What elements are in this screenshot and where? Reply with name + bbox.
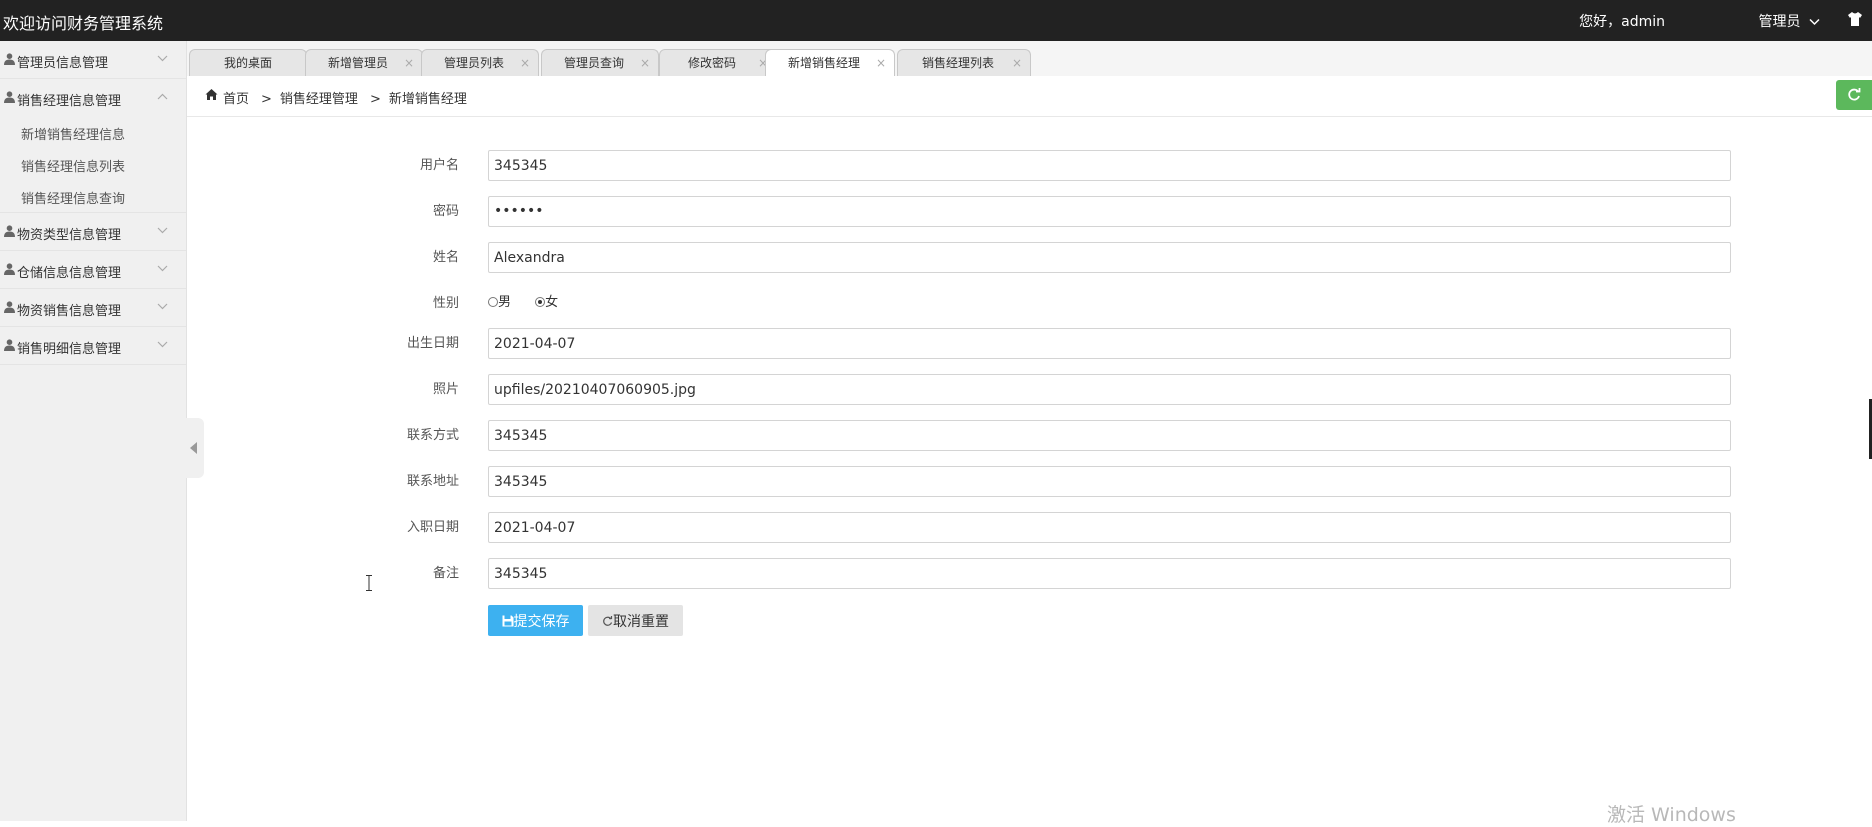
username-label: 用户名 — [419, 158, 459, 173]
birth-date-input[interactable] — [488, 328, 1731, 359]
form-row-username: 用户名 — [0, 150, 1872, 182]
tab-change-password[interactable]: 修改密码 × — [659, 49, 777, 76]
address-input[interactable] — [488, 466, 1731, 497]
gender-option-female[interactable]: 女 — [535, 295, 558, 310]
form-row-photo: 照片 — [0, 374, 1872, 406]
username-input[interactable] — [488, 150, 1731, 181]
name-input[interactable] — [488, 242, 1731, 273]
hire-date-input[interactable] — [488, 512, 1731, 543]
form-row-gender: 性别 男 女 — [0, 288, 1872, 320]
tab-admin-query[interactable]: 管理员查询 × — [541, 49, 659, 76]
chevron-down-icon — [157, 52, 168, 65]
photo-label: 照片 — [432, 382, 459, 397]
home-icon — [205, 88, 218, 101]
remark-input[interactable] — [488, 558, 1731, 589]
top-bar: 欢迎访问财务管理系统 您好，admin 管理员 — [0, 0, 1872, 41]
submit-save-button[interactable]: 提交保存 — [488, 605, 583, 636]
activate-windows-watermark: 激活 Windows — [1607, 804, 1736, 826]
close-icon[interactable]: × — [404, 50, 414, 76]
refresh-icon — [602, 613, 613, 629]
tab-bar: 我的桌面 新增管理员 × 管理员列表 × 管理员查询 × 修改密码 × 新增销售经理 × … — [187, 41, 1872, 77]
sidebar-group-admin[interactable]: 管理员信息管理 — [0, 41, 186, 79]
gender-label: 性别 — [432, 296, 459, 311]
tab-sales-manager-list[interactable]: 销售经理列表 × — [897, 49, 1031, 76]
gender-option-male[interactable]: 男 — [488, 295, 511, 310]
tab-desktop[interactable]: 我的桌面 — [189, 49, 307, 76]
close-icon[interactable]: × — [876, 50, 886, 76]
refresh-button[interactable] — [1836, 80, 1872, 110]
photo-input[interactable] — [488, 374, 1731, 405]
user-greeting: 您好，admin — [1579, 14, 1665, 30]
form-row-remark: 备注 — [0, 558, 1872, 590]
sidebar-group-label: 管理员信息管理 — [17, 56, 109, 71]
password-input[interactable]: •••••• — [488, 196, 1731, 227]
form-row-hire-date: 入职日期 — [0, 512, 1872, 544]
role-menu[interactable]: 管理员 — [1759, 11, 1820, 31]
user-icon — [4, 91, 15, 103]
breadcrumb: 首页 > 销售经理管理 > 新增销售经理 — [187, 76, 1872, 117]
close-icon[interactable]: × — [520, 50, 530, 76]
role-label: 管理员 — [1758, 14, 1801, 30]
theme-shirt-icon[interactable] — [1846, 10, 1864, 28]
sidebar-item-add-sales-manager[interactable]: 新增销售经理信息 — [0, 116, 186, 148]
tab-admin-list[interactable]: 管理员列表 × — [421, 49, 539, 76]
gender-radio-group: 男 女 — [488, 291, 578, 310]
cancel-reset-button[interactable]: 取消重置 — [588, 605, 683, 636]
address-label: 联系地址 — [406, 474, 459, 489]
name-label: 姓名 — [432, 250, 459, 265]
form-row-password: 密码 •••••• — [0, 196, 1872, 228]
chevron-down-icon — [1809, 15, 1820, 29]
contact-label: 联系方式 — [406, 428, 459, 443]
sidebar-group-sales-manager[interactable]: 销售经理信息管理 — [0, 79, 186, 116]
hire-date-label: 入职日期 — [406, 520, 459, 535]
breadcrumb-current: 新增销售经理 — [388, 92, 467, 107]
form-row-address: 联系地址 — [0, 466, 1872, 498]
text-cursor-icon — [366, 575, 372, 591]
birth-date-label: 出生日期 — [406, 336, 459, 351]
tab-add-sales-manager[interactable]: 新增销售经理 × — [765, 49, 895, 77]
remark-label: 备注 — [432, 566, 459, 581]
chevron-up-icon — [157, 90, 168, 103]
breadcrumb-sales-manager[interactable]: 销售经理管理 — [280, 92, 358, 107]
form-row-birth-date: 出生日期 — [0, 328, 1872, 360]
floppy-disk-icon — [502, 613, 514, 629]
breadcrumb-home[interactable]: 首页 — [223, 92, 249, 107]
app-title: 欢迎访问财务管理系统 — [3, 14, 164, 33]
radio-unchecked[interactable] — [488, 297, 498, 307]
tab-add-admin[interactable]: 新增管理员 × — [305, 49, 423, 76]
radio-checked[interactable] — [535, 297, 546, 307]
contact-input[interactable] — [488, 420, 1731, 451]
form-row-contact: 联系方式 — [0, 420, 1872, 452]
close-icon[interactable]: × — [1012, 50, 1022, 76]
user-icon — [4, 53, 15, 65]
sidebar-group-label: 销售经理信息管理 — [17, 94, 122, 109]
close-icon[interactable]: × — [640, 50, 650, 76]
password-label: 密码 — [432, 204, 459, 219]
form-row-name: 姓名 — [0, 242, 1872, 274]
